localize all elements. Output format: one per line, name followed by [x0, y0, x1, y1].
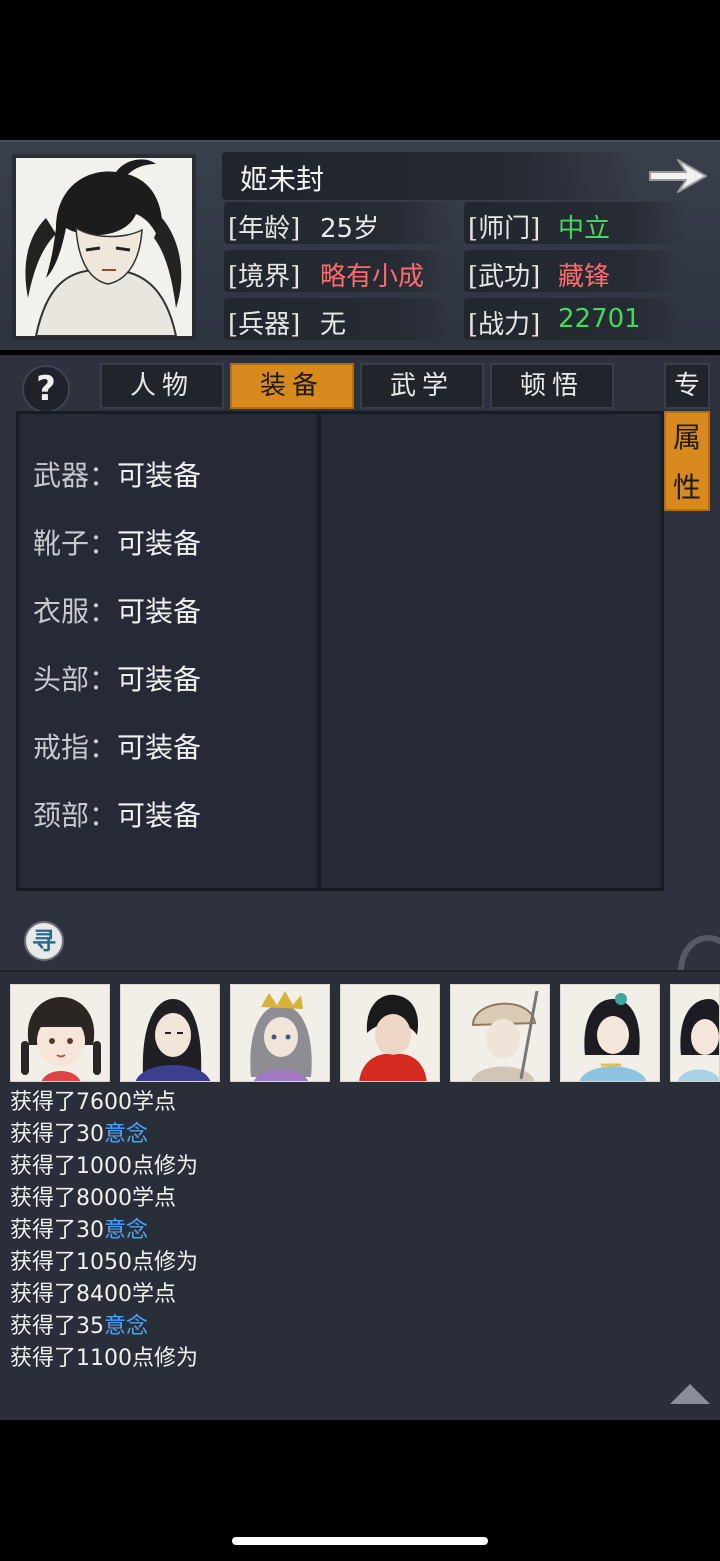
log-line: 获得了30意念	[10, 1212, 148, 1244]
stat-martial-value: 藏锋	[558, 262, 611, 292]
log-highlight: 意念	[104, 1314, 149, 1339]
stat-power-label: [战力]	[468, 310, 541, 340]
stat-sect-value: 中立	[558, 214, 611, 244]
avatar-girl-braids	[11, 985, 109, 1081]
home-indicator[interactable]	[232, 1537, 488, 1545]
tab-equipment[interactable]: 装备	[230, 363, 354, 409]
side-tab-special[interactable]: 专	[664, 363, 710, 409]
party-avatar[interactable]	[120, 984, 220, 1082]
log-line: 获得了1000点修为	[10, 1148, 198, 1180]
log-text: 获得了8000学点	[10, 1186, 176, 1211]
portrait-art	[16, 158, 192, 336]
log-text: 获得了30	[10, 1122, 104, 1147]
equip-slot-state: 可装备	[117, 731, 202, 764]
log-line: 获得了8000学点	[10, 1180, 176, 1212]
avatar-partial	[671, 985, 719, 1081]
equip-slot-state: 可装备	[117, 595, 202, 628]
equip-slot-label: 衣服：	[33, 595, 118, 628]
stat-power-value: 22701	[558, 304, 641, 334]
avatar-red-scarf	[341, 985, 439, 1081]
next-character-button[interactable]	[646, 154, 710, 198]
party-avatar[interactable]	[450, 984, 550, 1082]
side-tab-attributes[interactable]: 属 性	[664, 411, 710, 511]
log-text: 获得了8400学点	[10, 1282, 176, 1307]
equip-slot-ring[interactable]: 戒指：可装备	[33, 726, 201, 766]
log-highlight: 意念	[104, 1122, 149, 1147]
stat-age-label: [年龄]	[228, 214, 301, 244]
equip-slot-label: 戒指：	[33, 731, 118, 764]
log-line: 获得了1050点修为	[10, 1244, 198, 1276]
side-tab-attributes-line2: 性	[672, 471, 701, 504]
avatar-crowned-lady	[231, 985, 329, 1081]
log-line: 获得了7600学点	[10, 1084, 176, 1116]
find-strip: 寻	[0, 915, 720, 1005]
log-text: 获得了1050点修为	[10, 1250, 198, 1275]
help-button[interactable]: ?	[22, 365, 70, 413]
tab-character[interactable]: 人物	[100, 363, 224, 409]
equip-slot-boots[interactable]: 靴子：可装备	[33, 522, 201, 562]
tab-insight[interactable]: 顿悟	[490, 363, 614, 409]
equip-slot-state: 可装备	[117, 527, 202, 560]
find-icon[interactable]: 寻	[24, 921, 64, 961]
log-text: 获得了35	[10, 1314, 104, 1339]
stat-weapon-value: 无	[320, 310, 347, 340]
party-avatar[interactable]	[10, 984, 110, 1082]
avatar-fur-hat	[451, 985, 549, 1081]
equipment-panel: ? 人物 装备 武学 顿悟 专 属 性 武器：可装备 靴子：可装备 衣服：可装备…	[0, 355, 720, 915]
log-line: 获得了30意念	[10, 1116, 148, 1148]
log-text: 获得了1100点修为	[10, 1346, 198, 1371]
log-line: 获得了8400学点	[10, 1276, 176, 1308]
scroll-up-button[interactable]	[668, 1380, 712, 1406]
stat-weapon-label: [兵器]	[228, 310, 301, 340]
equip-slot-state: 可装备	[117, 663, 202, 696]
equip-slot-state: 可装备	[117, 459, 202, 492]
log-highlight: 意念	[104, 1218, 149, 1243]
character-header: 姬未封 [年龄] 25岁 [师门] 中立 [境界] 略有小成 [武功] 藏锋 […	[0, 140, 720, 350]
log-line: 获得了1100点修为	[10, 1340, 198, 1372]
avatar-blue-lady	[561, 985, 659, 1081]
equip-slot-head[interactable]: 头部：可装备	[33, 658, 201, 698]
party-avatar[interactable]	[560, 984, 660, 1082]
equip-slot-label: 靴子：	[33, 527, 118, 560]
log-line: 获得了35意念	[10, 1308, 148, 1340]
stat-realm-value: 略有小成	[320, 262, 425, 292]
equip-slot-clothes[interactable]: 衣服：可装备	[33, 590, 201, 630]
equipment-slots-list: 武器：可装备 靴子：可装备 衣服：可装备 头部：可装备 戒指：可装备 颈部：可装…	[16, 411, 320, 891]
equip-slot-state: 可装备	[117, 799, 202, 832]
equip-slot-label: 武器：	[33, 459, 118, 492]
stat-age-value: 25岁	[320, 214, 380, 244]
log-text: 获得了7600学点	[10, 1090, 176, 1115]
stat-realm-label: [境界]	[228, 262, 301, 292]
character-name: 姬未封	[240, 163, 325, 196]
equipment-detail-panel	[318, 411, 664, 891]
stat-sect-label: [师门]	[468, 214, 541, 244]
equip-slot-label: 颈部：	[33, 799, 118, 832]
avatar-scholar	[121, 985, 219, 1081]
triangle-up-icon	[670, 1384, 710, 1404]
log-text: 获得了30	[10, 1218, 104, 1243]
party-avatar[interactable]	[340, 984, 440, 1082]
stat-martial-label: [武功]	[468, 262, 541, 292]
party-avatar[interactable]	[670, 984, 720, 1082]
side-tab-attributes-line1: 属	[672, 421, 701, 454]
equip-slot-neck[interactable]: 颈部：可装备	[33, 794, 201, 834]
message-log-panel: 获得了7600学点 获得了30意念 获得了1000点修为 获得了8000学点 获…	[0, 970, 720, 1420]
tab-martial-arts[interactable]: 武学	[360, 363, 484, 409]
party-avatar[interactable]	[230, 984, 330, 1082]
character-portrait	[12, 154, 196, 340]
equip-slot-label: 头部：	[33, 663, 118, 696]
log-text: 获得了1000点修为	[10, 1154, 198, 1179]
equip-slot-weapon[interactable]: 武器：可装备	[33, 454, 201, 494]
arrow-right-icon	[649, 159, 707, 193]
